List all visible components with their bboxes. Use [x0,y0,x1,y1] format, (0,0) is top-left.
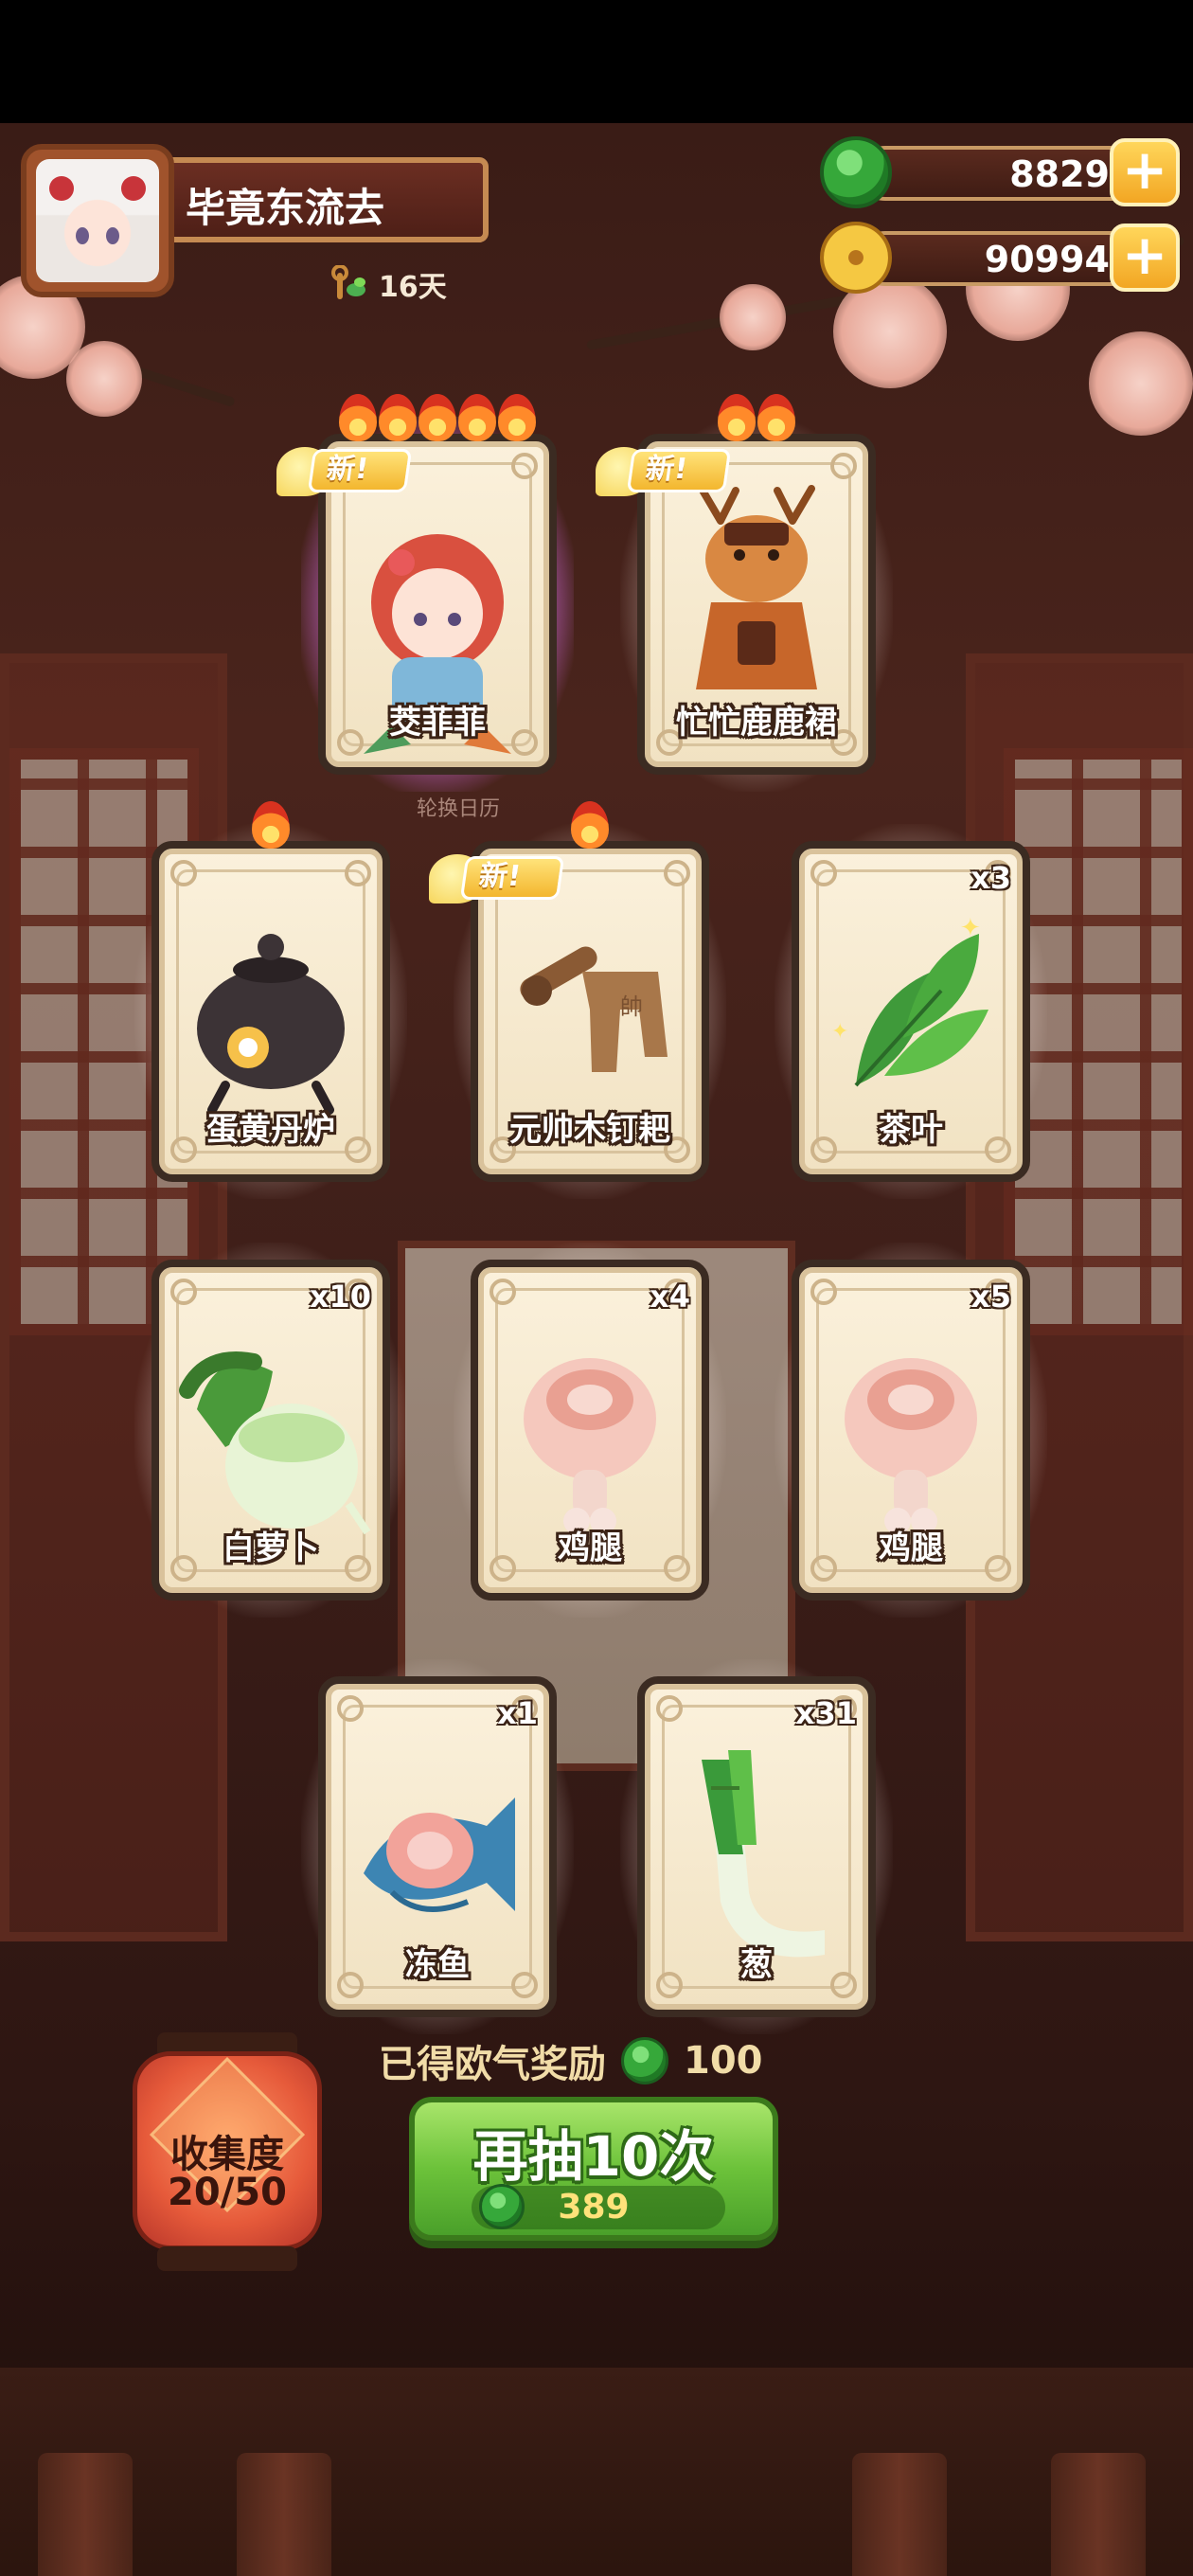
new-badge: 新! [596,441,738,500]
flame-icon [418,394,456,441]
jade-icon [621,2037,668,2084]
card-frame: 白萝卜 x10 [151,1260,390,1601]
card-frame: 鸡腿 x5 [792,1260,1030,1601]
card-label: 白萝卜 [223,1530,319,1567]
player-avatar[interactable] [21,144,174,297]
reward-card[interactable]: 葱 x31 [620,1659,893,2034]
svg-text:帥: 帥 [620,993,643,1020]
blossom [720,284,786,350]
card-label: 鸡腿 [558,1530,622,1567]
jade-bar: 8829 [858,146,1142,201]
card-count: x1 [497,1695,538,1731]
draw-cost: 389 [558,2188,630,2227]
reward-card[interactable]: 冻鱼 x1 [301,1659,574,2034]
card-frame: 鸡腿 x4 [471,1260,709,1601]
hair-bow-icon [49,176,74,201]
flame-icon [252,801,290,849]
add-coin-button[interactable]: + [1110,224,1180,292]
fence-post [852,2453,947,2576]
reward-card[interactable]: 鸡腿 x5 [775,1243,1047,1618]
collection-lantern-button[interactable]: 收集度 20/50 [129,2032,326,2281]
card-label: 蛋黄丹炉 [206,1111,335,1149]
jade-currency: 8829 + [820,136,1180,208]
new-tag: 新! [307,449,413,492]
jade-icon [820,136,892,208]
sprout-key-icon [331,264,369,303]
lantern-base [157,2246,297,2271]
blossom [1089,331,1193,436]
flame-icon [379,394,417,441]
reward-card[interactable]: 鸡腿 x4 [454,1243,726,1618]
player-name: 毕竟东流去 [186,185,385,231]
reward-card[interactable]: 帥元帅木钉耙 新! [429,801,726,1199]
reward-card[interactable]: 茭菲菲 新! [276,394,574,792]
rarity-flames [471,801,709,849]
reward-label: 已得欧气奖励 [379,2043,606,2086]
card-count: x5 [970,1279,1011,1315]
reward-summary: 已得欧气奖励 100 [379,2034,763,2087]
card-count: x31 [794,1695,857,1731]
jade-amount: 8829 [1009,153,1110,195]
new-tag: 新! [626,449,732,492]
days-count: 16天 [379,271,447,304]
fence-post [1051,2453,1146,2576]
card-label: 茶叶 [879,1111,943,1149]
floor [0,2368,1193,2576]
rarity-flames [318,394,557,441]
card-count: x4 [650,1279,690,1315]
gacha-result-screen: 毕竟东流去 16天 8829 + 90994 + 轮换日历 茭菲菲 新! 忙忙鹿… [0,0,1193,2576]
card-frame: 葱 x31 [637,1676,876,2017]
reward-card[interactable]: 忙忙鹿鹿裙 新! [596,394,893,792]
card-label: 葱 [740,1946,773,1984]
flame-icon [339,394,377,441]
svg-text:✦: ✦ [831,1020,848,1044]
blossom [66,341,142,417]
card-label: 冻鱼 [405,1946,470,1984]
card-frame: ✦ ✦ 茶叶 x3 [792,841,1030,1182]
svg-text:✦: ✦ [960,914,981,942]
reward-card[interactable]: 蛋黄丹炉 [134,801,407,1199]
card-frame: 冻鱼 x1 [318,1676,557,2017]
avatar-eye [76,227,89,244]
flame-icon [757,394,795,441]
new-tag: 新! [459,856,565,900]
flame-icon [458,394,496,441]
collection-progress: 20/50 [168,2171,287,2214]
draw-again-label: 再抽10次 [472,2124,715,2189]
days-indicator: 16天 [331,263,447,305]
hair-bow-icon [121,176,146,201]
reward-value: 100 [684,2039,763,2083]
coin-icon [820,222,892,294]
reward-card[interactable]: 白萝卜 x10 [134,1243,407,1618]
card-label: 茭菲菲 [389,704,486,742]
new-badge: 新! [429,849,571,907]
avatar-eye [106,227,119,244]
coin-bar: 90994 [858,231,1142,286]
rarity-flames [637,394,876,441]
add-jade-button[interactable]: + [1110,138,1180,206]
coin-currency: 90994 + [820,222,1180,294]
reward-card[interactable]: ✦ ✦ 茶叶 x3 [775,824,1047,1199]
avatar-portrait [36,159,159,282]
coin-amount: 90994 [984,239,1110,280]
flame-icon [718,394,756,441]
card-label: 鸡腿 [879,1530,943,1567]
card-label: 元帅木钉耙 [509,1111,670,1149]
card-count: x3 [970,860,1011,896]
card-label: 忙忙鹿鹿裙 [676,704,837,742]
flame-icon [571,801,609,849]
card-frame: 蛋黄丹炉 [151,841,390,1182]
fence-post [237,2453,331,2576]
draw-again-button[interactable]: 再抽10次 389 [409,2097,778,2241]
rarity-flames [151,801,390,849]
flame-icon [498,394,536,441]
card-count: x10 [309,1279,371,1315]
player-name-plate[interactable]: 毕竟东流去 [159,157,489,242]
new-badge: 新! [276,441,418,500]
fence-post [38,2453,133,2576]
status-bar [0,0,1193,123]
